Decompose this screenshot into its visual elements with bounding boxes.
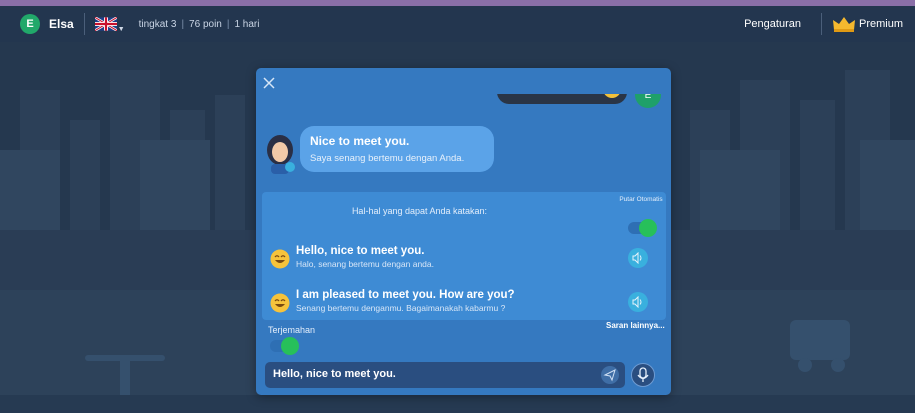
separator: | <box>226 18 230 30</box>
translation-toggle[interactable] <box>270 337 299 355</box>
assistant-message-translation: Saya senang bertemu dengan Anda. <box>310 153 465 164</box>
suggestion-item[interactable]: Hello, nice to meet you. Halo, senang be… <box>268 244 660 274</box>
chevron-down-icon[interactable]: ▼ <box>118 26 125 33</box>
toggle-knob <box>281 337 299 355</box>
suggestion-translation: Halo, senang bertemu dengan anda. <box>296 259 434 269</box>
send-icon <box>603 369 616 382</box>
microphone-icon <box>637 367 649 382</box>
user-name[interactable]: Elsa <box>49 17 74 31</box>
microphone-button[interactable] <box>631 363 655 387</box>
suggestion-translation: Senang bertemu denganmu. Bagaimanakah ka… <box>296 303 506 313</box>
assistant-message-bubble: Nice to meet you. Saya senang bertemu de… <box>300 126 494 172</box>
speaker-icon <box>632 252 642 264</box>
assistant-avatar <box>267 135 295 174</box>
separator: | <box>181 18 185 30</box>
user-message-bubble <box>497 94 627 104</box>
send-button[interactable] <box>601 366 619 384</box>
uk-flag-icon[interactable] <box>94 17 117 31</box>
streak-text: 1 hari <box>234 18 260 30</box>
level-text: tingkat 3 <box>138 18 177 30</box>
autoplay-toggle[interactable] <box>628 219 657 237</box>
autoplay-label: Putar Otomatis <box>619 196 663 203</box>
user-avatar[interactable]: E <box>20 14 40 34</box>
points-text: 76 poin <box>189 18 222 30</box>
translation-label: Terjemahan <box>268 325 316 335</box>
speaker-button[interactable] <box>628 248 648 268</box>
smile-icon <box>270 249 290 269</box>
suggestions-panel: Hal-hal yang dapat Anda katakan: Putar O… <box>262 192 666 320</box>
user-stats: tingkat 3 | 76 poin | 1 hari <box>139 19 260 30</box>
chat-history: E <box>256 94 671 110</box>
speaker-button[interactable] <box>628 292 648 312</box>
divider <box>820 13 822 35</box>
speaker-icon <box>632 296 642 308</box>
toggle-knob <box>639 219 657 237</box>
more-suggestions-link[interactable]: Saran lainnya... <box>606 321 665 330</box>
suggestions-title: Hal-hal yang dapat Anda katakan: <box>351 206 488 216</box>
divider <box>83 13 85 35</box>
message-input-text[interactable]: Hello, nice to meet you. <box>273 368 396 380</box>
suggestion-text: Hello, nice to meet you. <box>296 245 425 257</box>
top-bar: E Elsa ▼ tingkat 3 | 76 poin | 1 hari Pengat… <box>0 0 915 42</box>
message-input[interactable]: Hello, nice to meet you. <box>265 362 625 388</box>
user-chat-avatar: E <box>635 94 661 108</box>
conversation-dialog: E Nice to meet you. Saya senang bertemu … <box>256 68 671 395</box>
suggestion-item[interactable]: I am pleased to meet you. How are you? S… <box>268 288 660 318</box>
crown-icon[interactable] <box>832 16 856 32</box>
suggestion-text: I am pleased to meet you. How are you? <box>296 289 515 301</box>
smile-icon <box>270 293 290 313</box>
settings-link[interactable]: Pengaturan <box>744 18 801 30</box>
premium-button[interactable]: Premium <box>859 18 903 30</box>
assistant-message-text: Nice to meet you. <box>310 134 410 148</box>
close-icon[interactable] <box>262 76 276 90</box>
smile-icon <box>603 94 621 98</box>
